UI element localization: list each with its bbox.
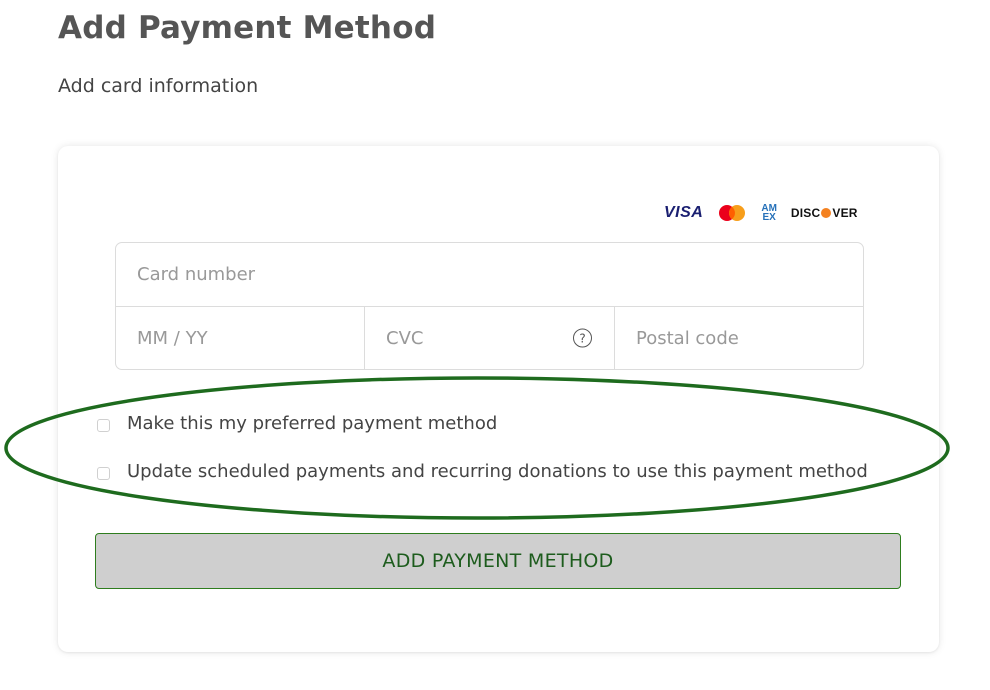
amex-icon: AM EX xyxy=(761,204,777,223)
cvc-placeholder: CVC xyxy=(386,327,424,349)
preferred-option-row[interactable]: Make this my preferred payment method xyxy=(97,413,497,434)
card-brand-logos: VISA AM EX DISC VER xyxy=(664,200,858,226)
page-title: Add Payment Method xyxy=(58,10,437,46)
cvc-input[interactable]: CVC ? xyxy=(365,307,615,369)
page: Add Payment Method Add card information … xyxy=(0,0,990,690)
expiry-placeholder: MM / YY xyxy=(137,327,208,349)
update-scheduled-checkbox[interactable] xyxy=(97,467,110,480)
help-glyph: ? xyxy=(579,331,586,345)
postal-code-input[interactable]: Postal code xyxy=(615,307,863,369)
help-circle-icon[interactable]: ? xyxy=(573,328,592,348)
page-subtitle: Add card information xyxy=(58,75,259,97)
update-scheduled-label: Update scheduled payments and recurring … xyxy=(127,461,868,482)
postal-code-placeholder: Postal code xyxy=(636,327,739,349)
visa-icon: VISA xyxy=(664,204,704,221)
preferred-checkbox[interactable] xyxy=(97,419,110,432)
discover-suffix: VER xyxy=(832,206,858,220)
add-payment-method-button[interactable]: ADD PAYMENT METHOD xyxy=(95,533,901,589)
amex-line2: EX xyxy=(762,212,776,223)
discover-prefix: DISC xyxy=(790,206,821,220)
card-number-input[interactable]: Card number xyxy=(116,243,863,307)
discover-o-mark xyxy=(821,208,832,218)
expiry-input[interactable]: MM / YY xyxy=(116,307,365,369)
discover-icon: DISC VER xyxy=(791,206,858,220)
card-input-group: Card number MM / YY CVC ? Postal code xyxy=(115,242,864,370)
mastercard-icon xyxy=(717,204,747,222)
card-number-placeholder: Card number xyxy=(137,264,256,285)
preferred-label: Make this my preferred payment method xyxy=(127,413,498,434)
update-scheduled-option-row[interactable]: Update scheduled payments and recurring … xyxy=(97,461,868,482)
